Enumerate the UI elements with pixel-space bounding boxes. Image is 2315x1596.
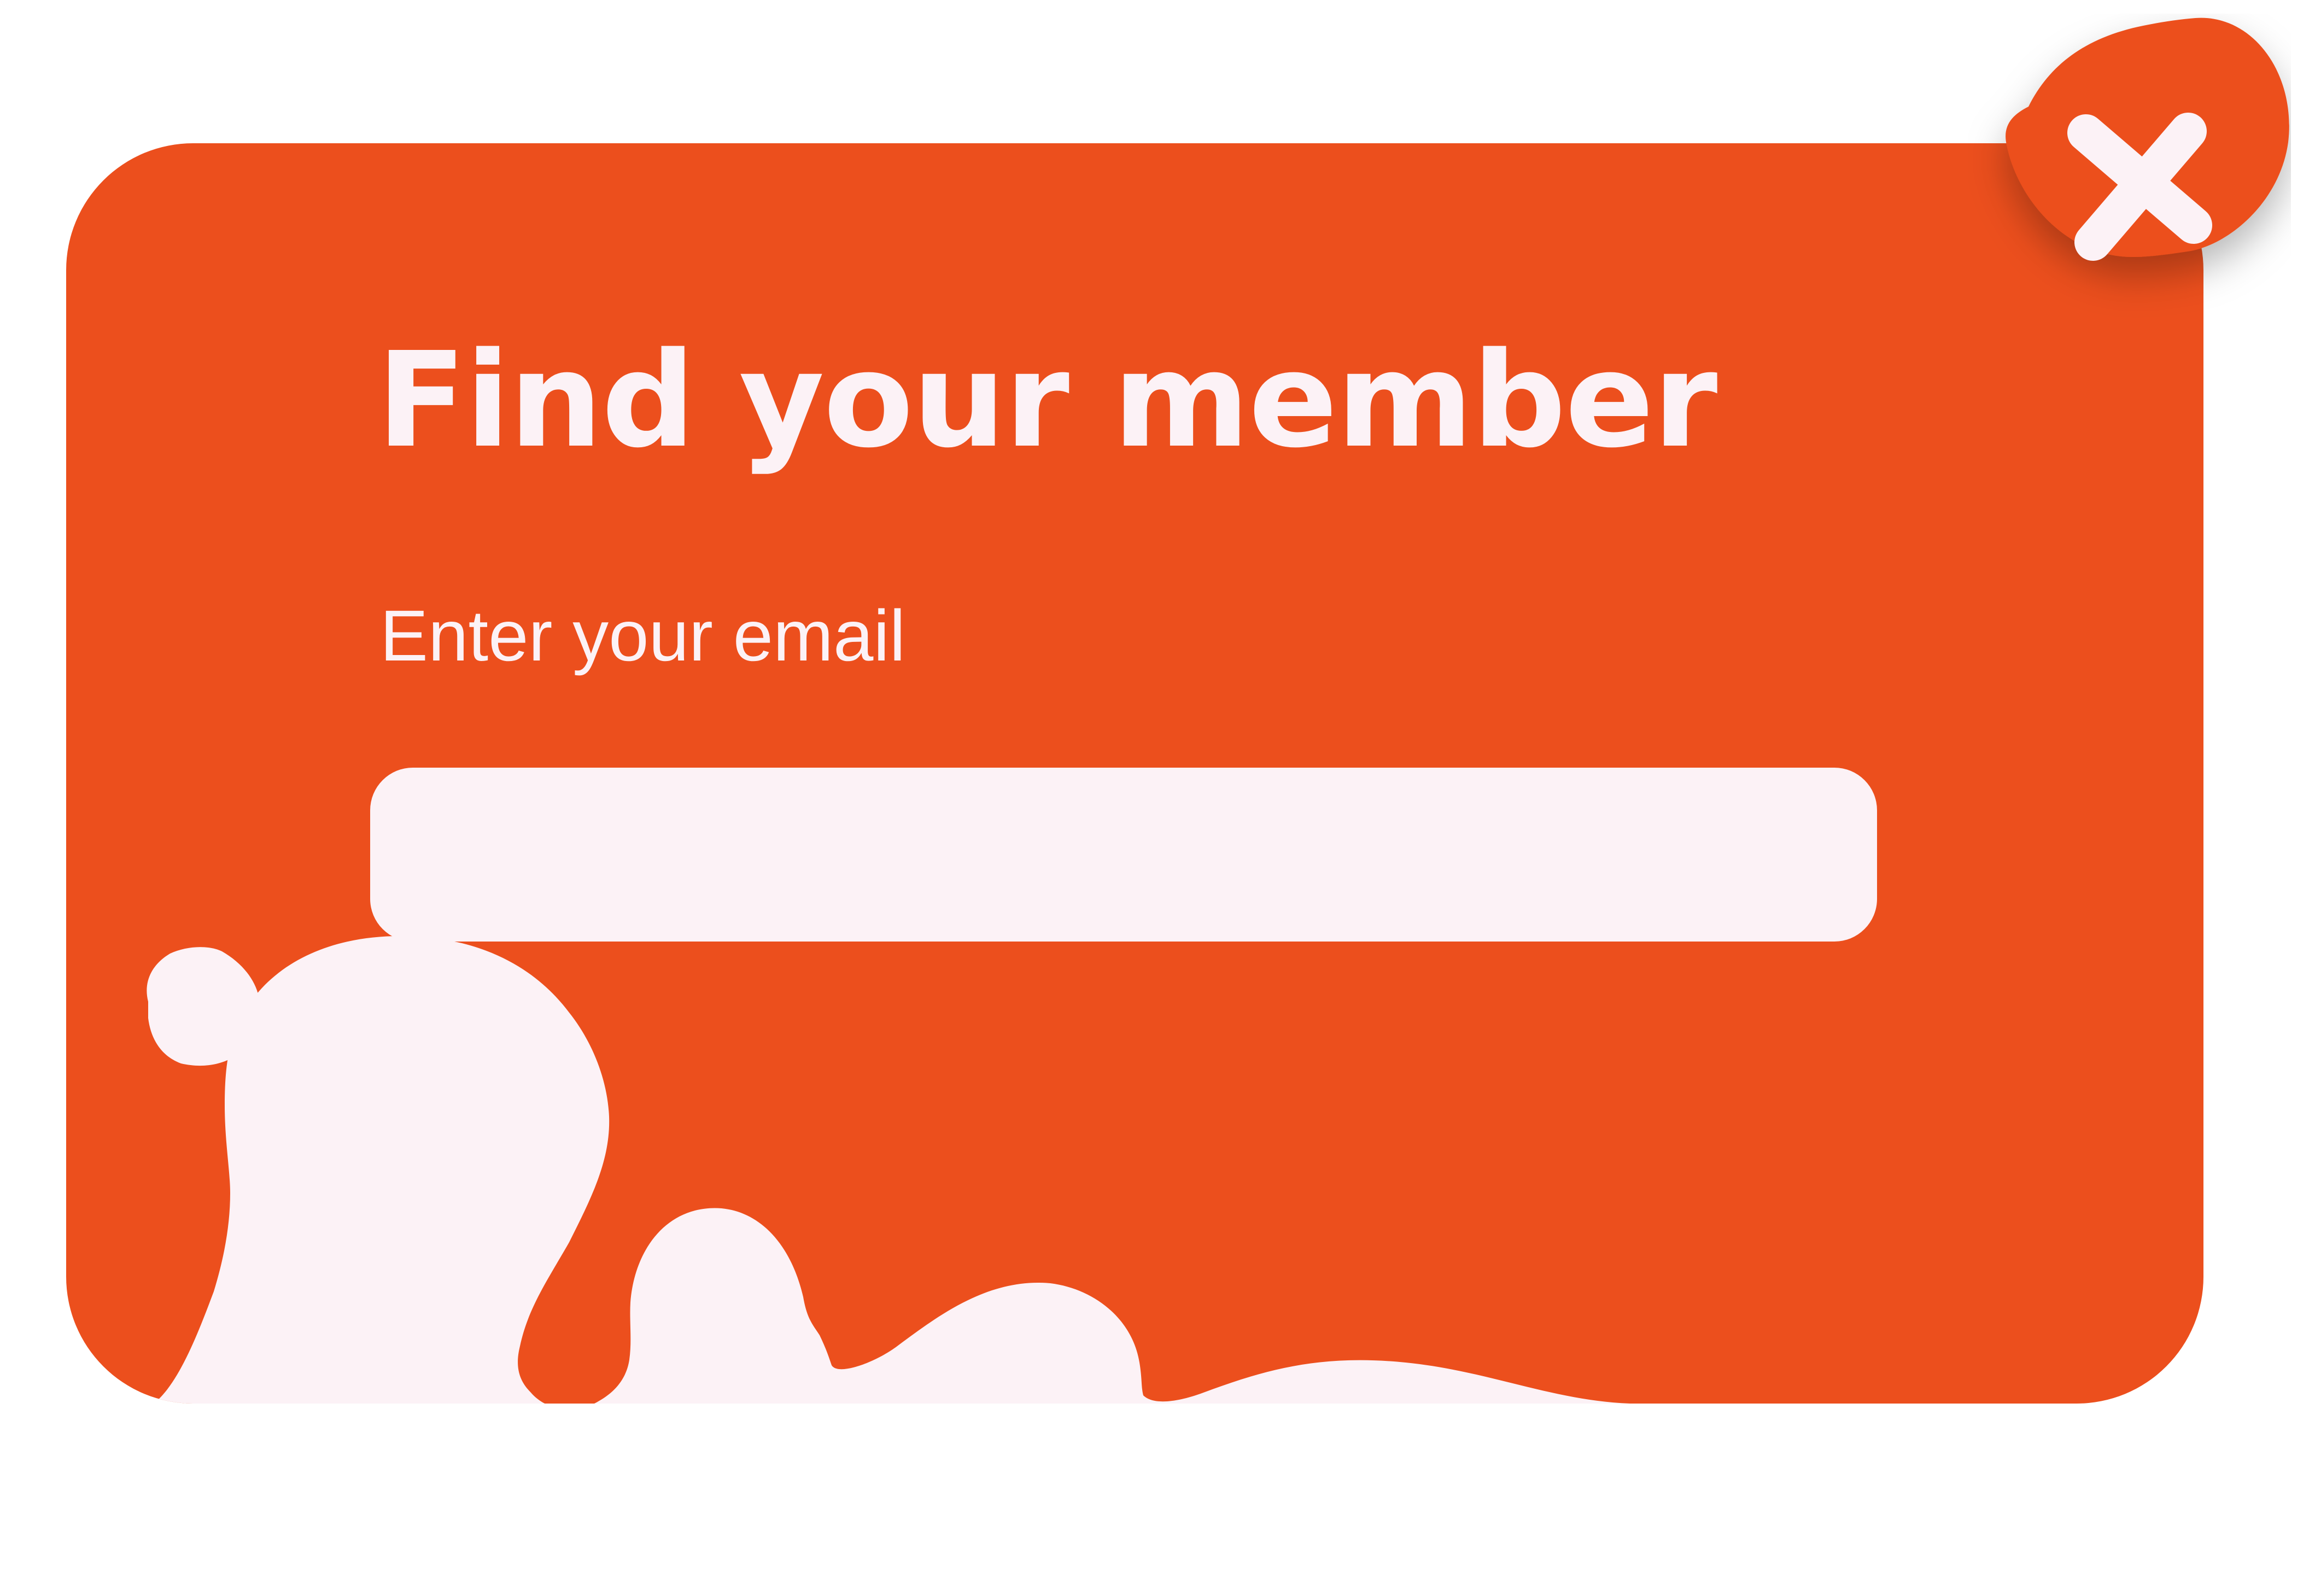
close-button[interactable] bbox=[1968, 14, 2291, 336]
small-blob-decoration bbox=[147, 947, 260, 1066]
close-button-blob bbox=[2006, 17, 2289, 258]
large-splash-decoration bbox=[66, 936, 1630, 1404]
email-input[interactable] bbox=[370, 768, 1877, 942]
dialog-title: Find your member bbox=[377, 324, 1717, 477]
find-member-dialog: Find your member Enter your email bbox=[66, 143, 2203, 1404]
page: Find your member Enter your email bbox=[0, 0, 2315, 1596]
email-field-label: Enter your email bbox=[380, 595, 906, 676]
close-icon bbox=[2006, 17, 2289, 261]
